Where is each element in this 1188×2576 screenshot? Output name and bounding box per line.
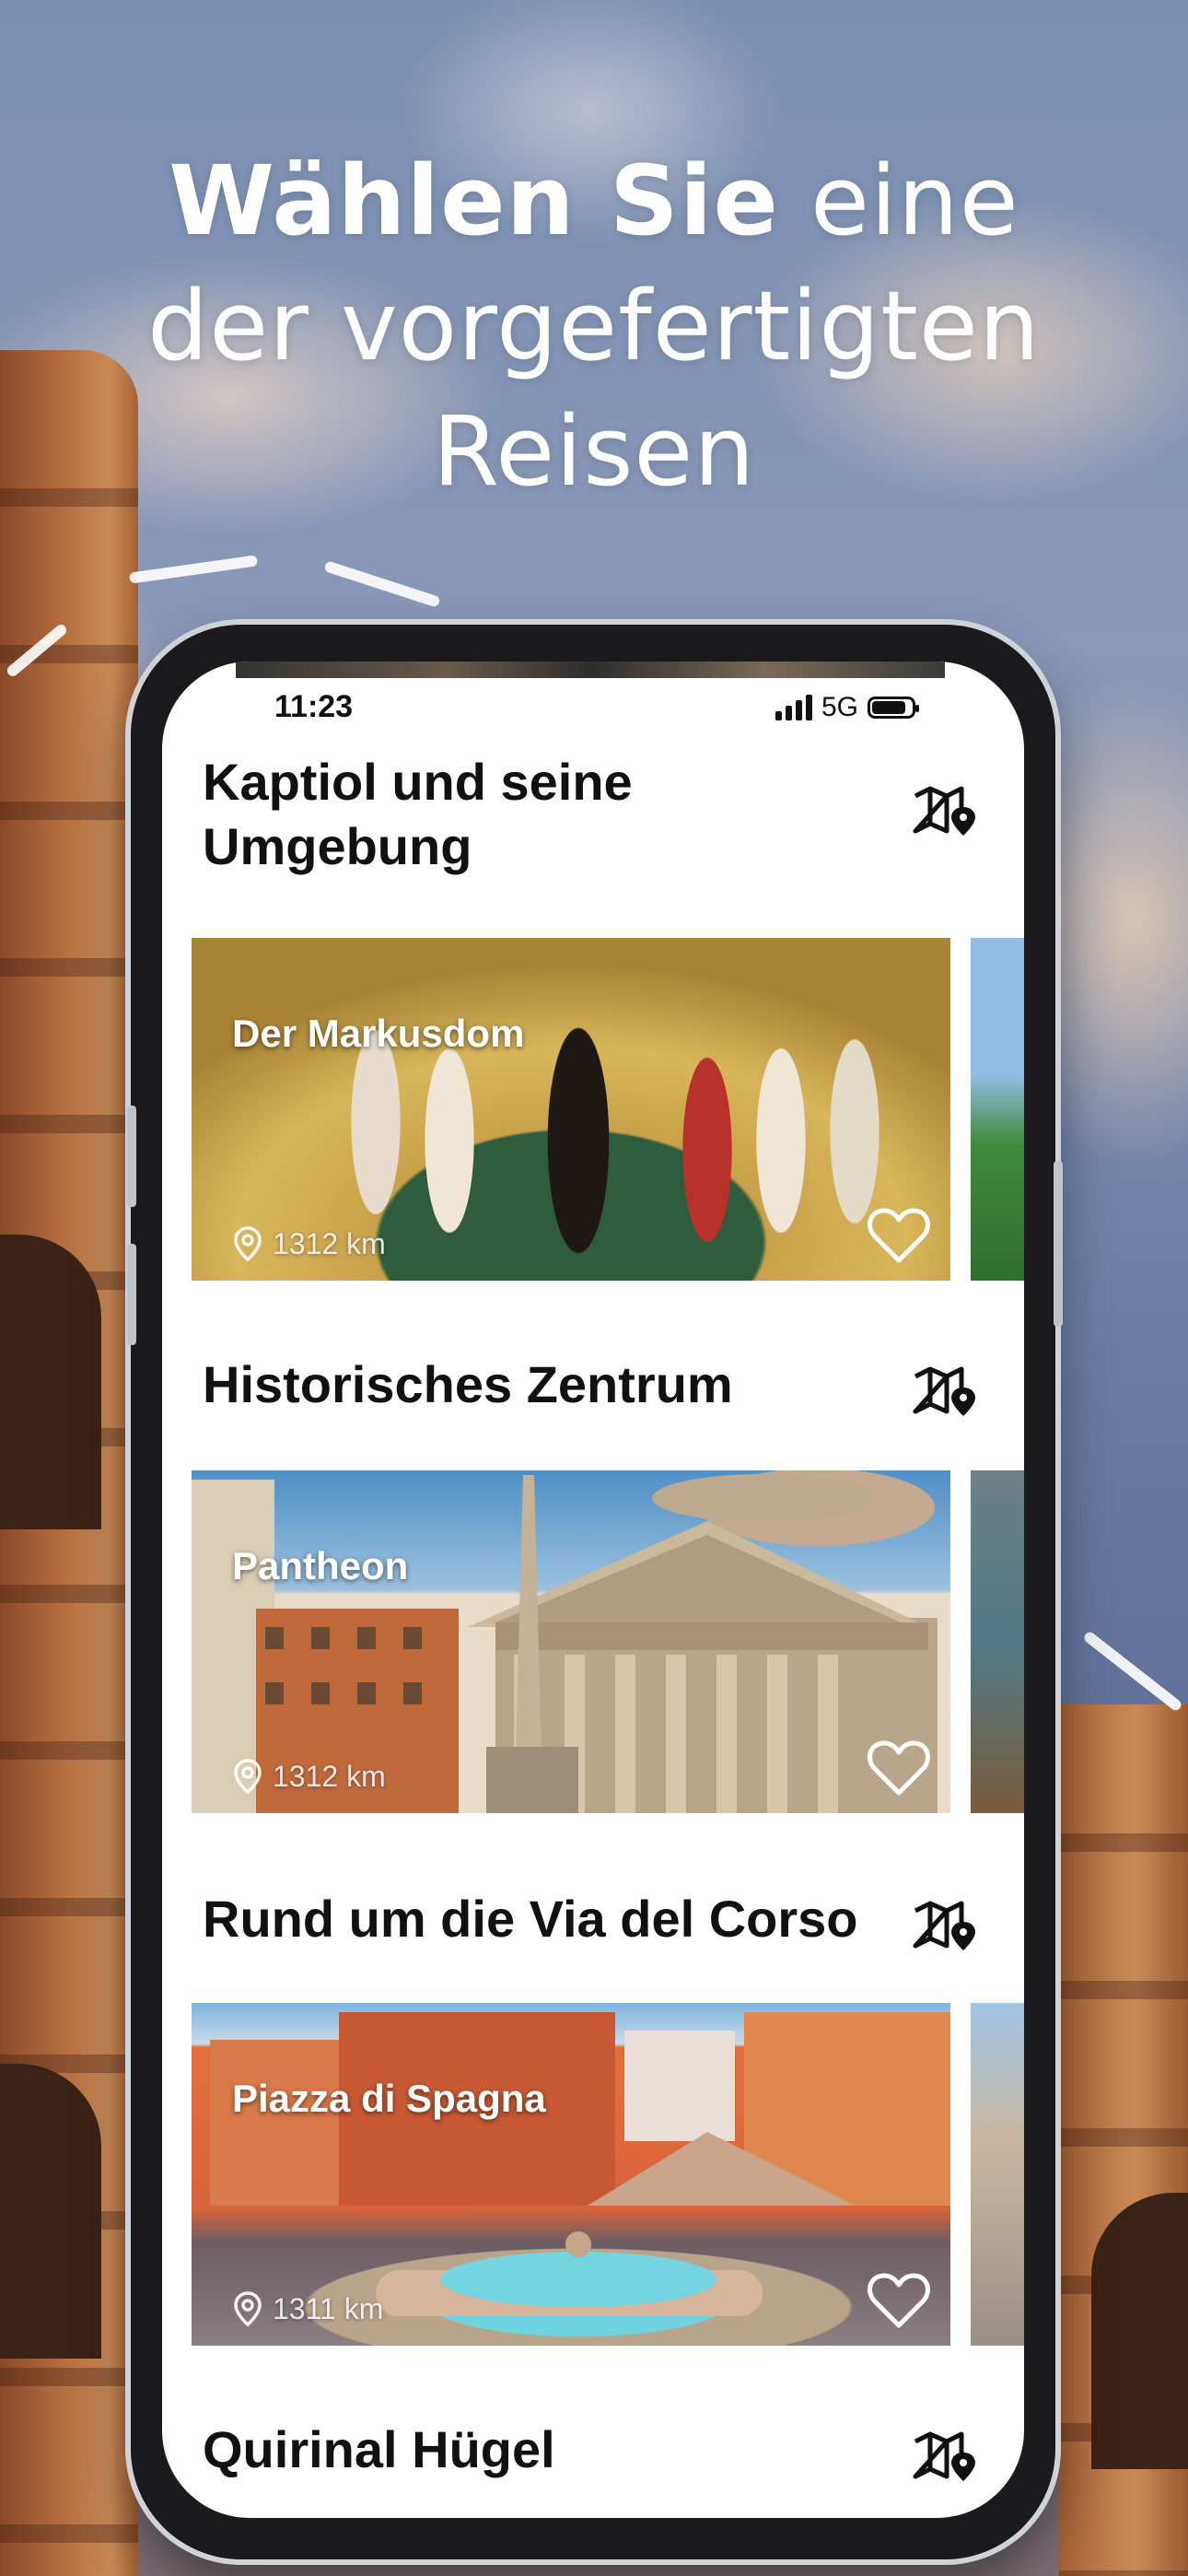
tour-card[interactable]: Der Markusdom 1312 km bbox=[192, 938, 950, 1281]
network-label: 5G bbox=[821, 692, 859, 722]
map-pin-icon[interactable] bbox=[910, 2429, 978, 2488]
phone-volume-button bbox=[127, 1106, 136, 1207]
card-distance: 1312 km bbox=[232, 1225, 386, 1262]
headline-line3: Reisen bbox=[432, 395, 756, 508]
section-title: Historisches Zentrum bbox=[203, 1355, 733, 1413]
location-pin-icon bbox=[234, 1759, 262, 1795]
colosseum-arch bbox=[0, 2064, 101, 2359]
section-title: Rund um die Via del Corso bbox=[203, 1890, 858, 1948]
heart-outline-icon[interactable] bbox=[866, 1205, 932, 1266]
tour-card[interactable]: Pantheon 1312 km bbox=[192, 1470, 950, 1813]
location-pin-icon bbox=[234, 1226, 262, 1262]
colosseum-arch bbox=[0, 1235, 101, 1529]
phone-volume-button bbox=[127, 1244, 136, 1345]
heart-outline-icon[interactable] bbox=[866, 2270, 932, 2331]
map-pin-icon[interactable] bbox=[910, 783, 978, 842]
card-title: Piazza di Spagna bbox=[232, 2077, 546, 2120]
phone-screen: 11:23 5G Kaptiol und seine Umgebung Der … bbox=[162, 662, 1024, 2518]
distance-value: 1312 km bbox=[273, 1759, 386, 1793]
card-title: Der Markusdom bbox=[232, 1012, 525, 1055]
card-title: Pantheon bbox=[232, 1544, 409, 1587]
location-pin-icon bbox=[234, 2291, 262, 2327]
headline-bold: Wählen Sie bbox=[169, 145, 779, 257]
tour-card[interactable]: Piazza di Spagna 1311 km bbox=[192, 2003, 950, 2346]
section-title: Quirinal Hügel bbox=[203, 2420, 555, 2478]
status-time: 11:23 bbox=[274, 689, 354, 724]
tour-card-peek[interactable] bbox=[971, 938, 1024, 1281]
card-distance: 1311 km bbox=[232, 2290, 383, 2327]
image-strip bbox=[236, 662, 945, 678]
map-pin-icon[interactable] bbox=[910, 1898, 978, 1957]
tour-card-peek[interactable] bbox=[971, 1470, 1024, 1813]
tour-card-peek[interactable] bbox=[971, 2003, 1024, 2346]
map-pin-icon[interactable] bbox=[910, 1364, 978, 1423]
headline: Wählen Sie eine der vorgefertigten Reise… bbox=[0, 138, 1188, 514]
card-distance: 1312 km bbox=[232, 1758, 386, 1795]
headline-line2: der vorgefertigten bbox=[147, 270, 1041, 382]
status-indicators: 5G bbox=[775, 689, 920, 726]
distance-value: 1311 km bbox=[273, 2291, 384, 2325]
distance-value: 1312 km bbox=[273, 1226, 386, 1260]
phone-side-button bbox=[1054, 1161, 1063, 1327]
section-title: Kaptiol und seine Umgebung bbox=[203, 753, 633, 875]
battery-icon bbox=[868, 697, 920, 719]
signal-icon bbox=[775, 695, 812, 720]
colosseum-arch bbox=[1091, 2193, 1188, 2469]
heart-outline-icon[interactable] bbox=[866, 1738, 932, 1798]
headline-line1-rest: eine bbox=[778, 145, 1019, 257]
